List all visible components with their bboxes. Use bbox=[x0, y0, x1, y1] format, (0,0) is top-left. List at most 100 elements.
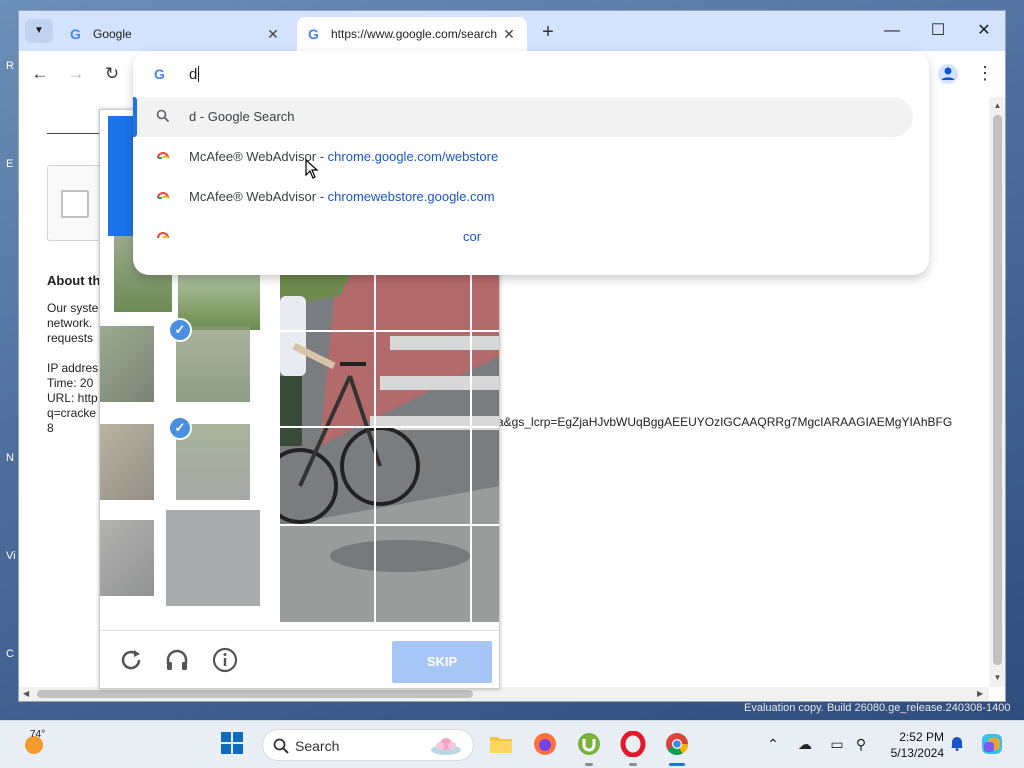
desktop-icon-fragment[interactable]: C bbox=[6, 648, 14, 660]
display-icon[interactable]: ▭ bbox=[828, 735, 846, 753]
reload-button[interactable]: ↻ bbox=[101, 63, 123, 85]
search-highlight-icon bbox=[429, 732, 463, 761]
captcha-tile[interactable] bbox=[100, 424, 154, 500]
opera-icon[interactable] bbox=[620, 730, 646, 758]
active-indicator bbox=[669, 763, 685, 766]
tab-search[interactable]: G https://www.google.com/search ✕ bbox=[297, 17, 527, 51]
tab-search-button[interactable]: ▼ bbox=[25, 19, 53, 43]
utorrent-icon[interactable] bbox=[576, 731, 602, 757]
grid-divider bbox=[470, 236, 472, 622]
omnibox-input[interactable]: d bbox=[189, 66, 200, 83]
clock[interactable]: 2:52 PM 5/13/2024 bbox=[880, 729, 944, 761]
suggestion-url: chromewebstore.google.com bbox=[327, 189, 495, 204]
desktop-icon-fragment[interactable]: N bbox=[6, 452, 14, 464]
skip-button[interactable]: SKIP bbox=[392, 641, 492, 683]
text-caret bbox=[198, 66, 200, 82]
tab-google[interactable]: G Google ✕ bbox=[59, 17, 291, 51]
divider bbox=[47, 133, 107, 134]
chevron-up-icon[interactable]: ⌃ bbox=[764, 735, 782, 753]
suggestion-url: cor bbox=[463, 229, 481, 244]
tab-close-icon[interactable]: ✕ bbox=[501, 26, 517, 43]
suggestion-list: McAfee® WebAdvisor - chrome.google.com/w… bbox=[133, 97, 513, 275]
vertical-scrollbar[interactable]: ▲ ▼ bbox=[989, 97, 1005, 687]
omnibox-value: d bbox=[189, 66, 198, 83]
browser-window: ▼ G Google ✕ G https://www.google.com/se… bbox=[18, 10, 1006, 702]
captcha-footer: SKIP bbox=[100, 630, 499, 688]
tab-strip: ▼ G Google ✕ G https://www.google.com/se… bbox=[19, 11, 1005, 51]
start-button[interactable] bbox=[220, 731, 246, 757]
body-line: URL: http bbox=[47, 391, 98, 405]
mouse-pointer-icon bbox=[305, 158, 319, 182]
notification-bell-icon[interactable] bbox=[948, 735, 966, 753]
scroll-left-icon[interactable]: ◀ bbox=[23, 687, 29, 701]
body-line: requests bbox=[47, 331, 94, 345]
suggestion-url-fragment: cor bbox=[463, 229, 482, 244]
scroll-thumb[interactable] bbox=[37, 690, 473, 698]
body-line: Our syste bbox=[47, 301, 99, 315]
back-button[interactable]: ← bbox=[29, 63, 51, 85]
suggestion-history[interactable]: cor bbox=[133, 217, 513, 257]
horizontal-scrollbar[interactable]: ◀ ▶ bbox=[19, 687, 989, 701]
webstore-icon bbox=[155, 149, 171, 165]
tab-close-icon[interactable]: ✕ bbox=[265, 26, 281, 43]
running-indicator bbox=[629, 763, 637, 766]
scroll-down-icon[interactable]: ▼ bbox=[989, 673, 1005, 682]
kebab-menu-icon[interactable]: ⋮ bbox=[975, 62, 995, 86]
suggestion-url: chrome.google.com/webstore bbox=[327, 149, 499, 164]
captcha-tile[interactable] bbox=[166, 510, 260, 606]
suggestion-title: McAfee® WebAdvisor - bbox=[189, 189, 328, 204]
desktop-icon-fragment[interactable]: R bbox=[6, 60, 14, 72]
suggestion-history[interactable]: McAfee® WebAdvisor - chromewebstore.goog… bbox=[133, 177, 513, 217]
checkmark-icon: ✓ bbox=[168, 318, 192, 342]
refresh-icon[interactable] bbox=[118, 647, 146, 675]
recaptcha-widget bbox=[47, 165, 107, 241]
desktop-icon-fragment[interactable]: E bbox=[6, 158, 13, 170]
forward-button[interactable]: → bbox=[65, 63, 87, 85]
taskbar: 74° Search ⌃ ☁ ▭ ⚲ 2:52 PM 5/13/2024 bbox=[0, 720, 1024, 768]
captcha-photo-grid[interactable] bbox=[280, 236, 499, 622]
omnibox-dropdown: G d d - Google Search McAfee® WebAdvisor… bbox=[133, 51, 929, 275]
svg-text:G: G bbox=[154, 66, 165, 82]
file-explorer-icon[interactable] bbox=[488, 731, 514, 757]
scroll-thumb[interactable] bbox=[993, 115, 1002, 665]
minimize-button[interactable]: — bbox=[877, 19, 907, 43]
weather-temp: 74° bbox=[30, 729, 46, 740]
clock-date: 5/13/2024 bbox=[890, 746, 944, 760]
scroll-right-icon[interactable]: ▶ bbox=[977, 687, 983, 701]
scroll-up-icon[interactable]: ▲ bbox=[989, 101, 1005, 110]
suggestion-history[interactable]: McAfee® WebAdvisor - chrome.google.com/w… bbox=[133, 137, 513, 177]
grid-divider bbox=[280, 426, 499, 428]
captcha-tile[interactable] bbox=[100, 326, 154, 402]
captcha-tile[interactable] bbox=[100, 520, 154, 596]
copilot-icon[interactable] bbox=[980, 732, 1004, 756]
new-tab-button[interactable]: + bbox=[537, 21, 559, 43]
desktop-icon-fragment[interactable]: Vi bbox=[6, 550, 16, 562]
running-indicator bbox=[585, 763, 593, 766]
tab-title: Google bbox=[93, 27, 132, 41]
network-icon[interactable]: ⚲ bbox=[852, 735, 870, 753]
body-line: 8 bbox=[47, 421, 54, 435]
checkmark-icon: ✓ bbox=[168, 416, 192, 440]
search-icon bbox=[273, 738, 289, 754]
body-line: q=cracke bbox=[47, 406, 97, 420]
grid-divider bbox=[280, 524, 499, 526]
maximize-button[interactable]: ☐ bbox=[923, 19, 953, 43]
google-favicon-icon: G bbox=[69, 26, 85, 42]
url-text: a&gs_lcrp=EgZjaHJvbWUqBggAEEUYOzIGCAAQRR… bbox=[497, 415, 953, 429]
about-heading: About th bbox=[47, 273, 101, 288]
svg-text:G: G bbox=[70, 26, 81, 42]
tab-title: https://www.google.com/search bbox=[331, 27, 498, 41]
close-window-button[interactable]: ✕ bbox=[969, 19, 999, 43]
clock-time: 2:52 PM bbox=[899, 730, 944, 744]
svg-text:G: G bbox=[308, 26, 319, 42]
body-line: IP addres bbox=[47, 361, 99, 375]
onedrive-offline-icon[interactable]: ☁ bbox=[796, 735, 814, 753]
firefox-icon[interactable] bbox=[532, 731, 558, 757]
chrome-icon[interactable] bbox=[664, 731, 690, 757]
info-icon[interactable] bbox=[212, 647, 240, 675]
recaptcha-checkbox[interactable] bbox=[61, 190, 89, 218]
taskbar-search[interactable]: Search bbox=[262, 729, 474, 761]
headphones-icon[interactable] bbox=[164, 647, 192, 675]
profile-icon[interactable] bbox=[937, 63, 959, 85]
grid-divider bbox=[374, 236, 376, 622]
